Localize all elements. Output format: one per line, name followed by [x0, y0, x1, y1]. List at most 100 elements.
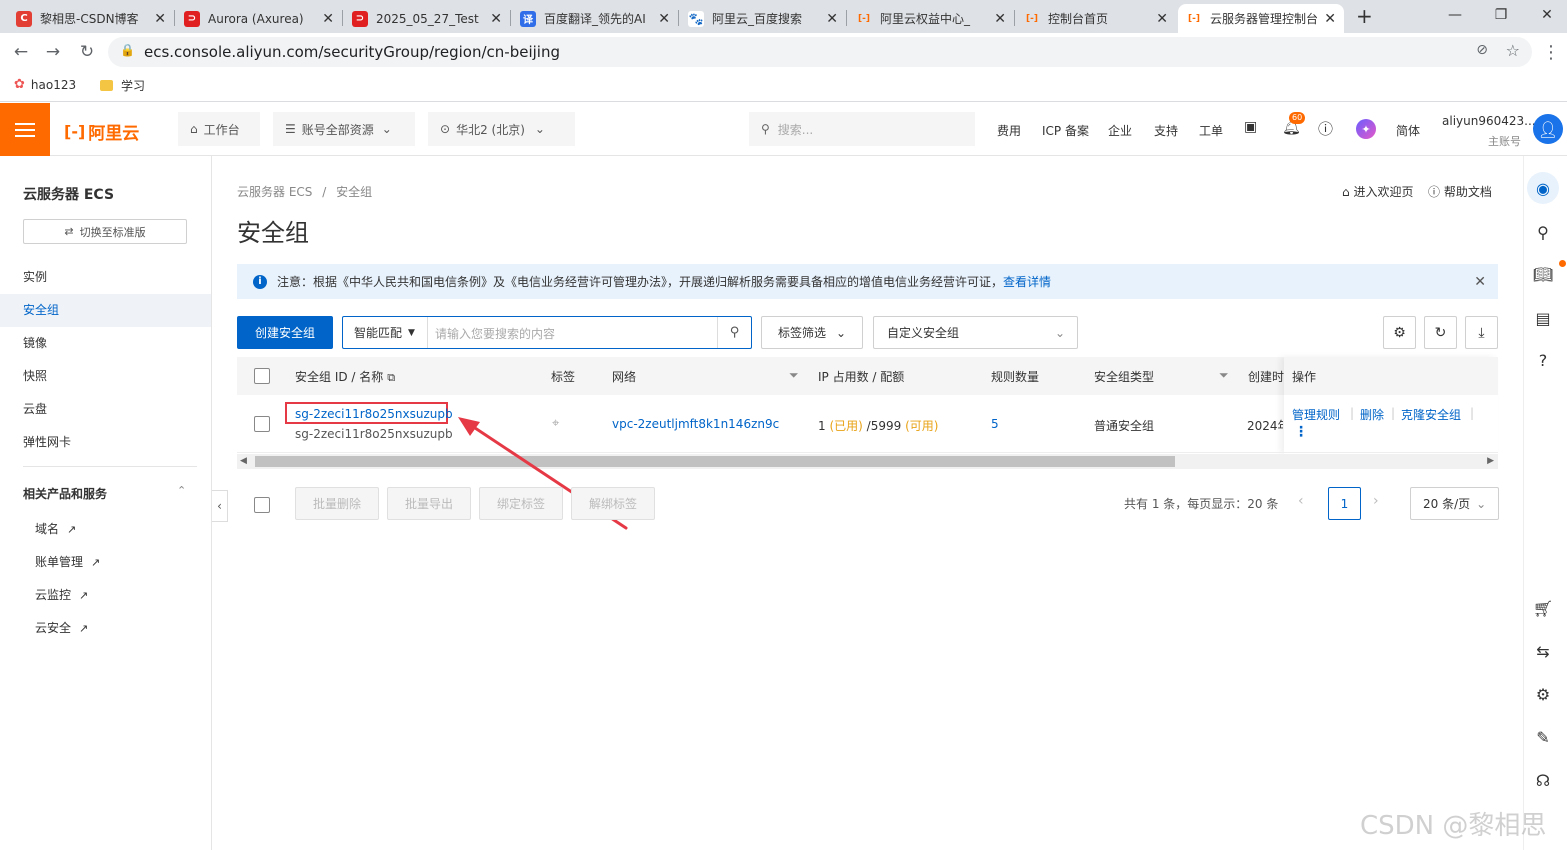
- avatar[interactable]: 👤︎: [1533, 114, 1563, 144]
- close-tab-icon[interactable]: ✕: [658, 11, 670, 27]
- transfer-icon[interactable]: ⇆: [1527, 635, 1559, 667]
- star-icon[interactable]: ☆: [1506, 41, 1520, 60]
- nav-link-fees[interactable]: 费用: [997, 122, 1021, 139]
- group-type-select[interactable]: 自定义安全组 ⌄: [873, 316, 1078, 349]
- bind-tags-button[interactable]: 绑定标签: [479, 487, 563, 520]
- filter-icon[interactable]: ⏷: [789, 368, 799, 383]
- bulk-select-checkbox[interactable]: [254, 497, 270, 513]
- sidebar-item-disks[interactable]: 云盘: [0, 393, 211, 426]
- nav-link-support[interactable]: 支持: [1154, 122, 1178, 139]
- row-checkbox[interactable]: [254, 416, 270, 432]
- eye-off-icon[interactable]: ⊘: [1476, 42, 1488, 58]
- browser-tab[interactable]: C 黎相思-CSDN博客 ✕: [8, 4, 174, 33]
- scroll-left-icon[interactable]: ◀: [240, 456, 247, 466]
- refresh-icon[interactable]: ↻: [1424, 316, 1457, 349]
- next-page-icon[interactable]: ›: [1373, 493, 1379, 509]
- manage-rules-link[interactable]: 管理规则: [1292, 406, 1340, 423]
- browser-tab[interactable]: [-] 阿里云权益中心_ ✕: [848, 4, 1014, 33]
- address-bar[interactable]: 🔒 ecs.console.aliyun.com/securityGroup/r…: [108, 37, 1532, 67]
- search-input[interactable]: 请输入您要搜索的内容: [435, 325, 555, 342]
- region-dropdown[interactable]: ⊙ 华北2 (北京) ⌄: [428, 112, 575, 146]
- close-tab-icon[interactable]: ✕: [1156, 11, 1168, 27]
- welcome-link[interactable]: ⌂ 进入欢迎页: [1342, 183, 1413, 200]
- clone-security-group-link[interactable]: 克隆安全组: [1401, 406, 1461, 423]
- sidebar-item-eni[interactable]: 弹性网卡: [0, 426, 211, 459]
- maximize-icon[interactable]: ❐: [1478, 0, 1524, 30]
- gear-icon[interactable]: ⚙: [1527, 678, 1559, 710]
- back-icon[interactable]: ←: [6, 37, 36, 67]
- language-switch[interactable]: 简体: [1396, 122, 1420, 139]
- browser-tab[interactable]: ⊃ 2025_05_27_Test ✕: [344, 4, 510, 33]
- reload-icon[interactable]: ↻: [72, 37, 102, 67]
- security-group-id-link[interactable]: sg-2zeci11r8o25nxsuzupb: [295, 407, 453, 421]
- sidebar-item-security-groups[interactable]: 安全组: [0, 294, 211, 327]
- bulk-delete-button[interactable]: 批量删除: [295, 487, 379, 520]
- bulk-export-button[interactable]: 批量导出: [387, 487, 471, 520]
- more-actions-icon[interactable]: ⋮: [1294, 424, 1308, 440]
- select-all-checkbox[interactable]: [254, 368, 270, 384]
- resources-dropdown[interactable]: ☰ 账号全部资源 ⌄: [273, 112, 415, 146]
- notice-detail-link[interactable]: 查看详情: [1003, 273, 1051, 290]
- close-tab-icon[interactable]: ✕: [154, 11, 166, 27]
- filter-icon[interactable]: ⏷: [1219, 368, 1229, 383]
- new-tab-button[interactable]: +: [1356, 4, 1373, 28]
- sidebar-item-images[interactable]: 镜像: [0, 327, 211, 360]
- aliyun-logo[interactable]: [-] 阿里云: [64, 119, 139, 144]
- hamburger-menu-icon[interactable]: [0, 103, 50, 156]
- breadcrumb-item-ecs[interactable]: 云服务器 ECS: [237, 185, 312, 199]
- download-icon[interactable]: ⤓: [1465, 316, 1498, 349]
- edit-icon[interactable]: ✎: [1527, 721, 1559, 753]
- nav-link-enterprise[interactable]: 企业: [1108, 122, 1132, 139]
- related-item-billing[interactable]: 账单管理 ↗: [35, 553, 100, 570]
- search-icon[interactable]: ⚲: [717, 317, 751, 348]
- delete-link[interactable]: 删除: [1360, 406, 1384, 423]
- document-icon[interactable]: ▤: [1527, 302, 1559, 334]
- switch-standard-button[interactable]: ⇄ 切换至标准版: [23, 219, 187, 244]
- browser-tab[interactable]: [-] 控制台首页 ✕: [1016, 4, 1176, 33]
- browser-tab-active[interactable]: [-] 云服务器管理控制台 ✕: [1178, 4, 1344, 33]
- cart-icon[interactable]: 🛒︎: [1527, 592, 1559, 624]
- forward-icon[interactable]: →: [38, 37, 68, 67]
- sidebar-item-instances[interactable]: 实例: [0, 261, 211, 294]
- page-size-select[interactable]: 20 条/页 ⌄: [1410, 487, 1499, 520]
- horizontal-scrollbar[interactable]: ◀ ▶: [237, 454, 1498, 469]
- browser-tab[interactable]: 🐾 阿里云_百度搜索 ✕: [680, 4, 846, 33]
- robot-assistant-icon[interactable]: ◉: [1527, 172, 1559, 204]
- bookmark-folder[interactable]: 学习: [100, 77, 145, 94]
- create-security-group-button[interactable]: 创建安全组: [237, 316, 333, 349]
- tag-filter-button[interactable]: 标签筛选 ⌄: [761, 316, 863, 349]
- close-window-icon[interactable]: ✕: [1524, 0, 1567, 30]
- question-icon[interactable]: ?: [1527, 344, 1559, 376]
- settings-gear-icon[interactable]: ⚙: [1383, 316, 1416, 349]
- menu-dots-icon[interactable]: ⋮: [1536, 37, 1566, 67]
- bookmark-hao123[interactable]: ✿ hao123: [14, 77, 76, 92]
- close-tab-icon[interactable]: ✕: [490, 11, 502, 27]
- scrollbar-thumb[interactable]: [255, 456, 1175, 467]
- match-mode-select[interactable]: 智能匹配 ▼: [343, 317, 428, 348]
- related-item-cloudmonitor[interactable]: 云监控 ↗: [35, 586, 88, 603]
- close-icon[interactable]: ✕: [1474, 274, 1486, 290]
- scroll-right-icon[interactable]: ▶: [1487, 456, 1494, 466]
- help-doc-link[interactable]: ⓘ 帮助文档: [1428, 183, 1492, 200]
- terminal-icon[interactable]: ▣: [1244, 119, 1257, 135]
- minimize-icon[interactable]: —: [1432, 0, 1478, 30]
- sidebar-item-snapshots[interactable]: 快照: [0, 360, 211, 393]
- chevron-up-icon[interactable]: ⌃: [177, 484, 186, 497]
- close-tab-icon[interactable]: ✕: [826, 11, 838, 27]
- unbind-tags-button[interactable]: 解绑标签: [571, 487, 655, 520]
- copy-icon[interactable]: ⧉: [387, 371, 395, 384]
- collapse-sidebar-button[interactable]: ‹: [212, 490, 228, 522]
- related-products-title[interactable]: 相关产品和服务: [23, 485, 107, 502]
- close-tab-icon[interactable]: ✕: [1324, 11, 1336, 27]
- global-search-input[interactable]: ⚲ 搜索...: [749, 112, 975, 146]
- prev-page-icon[interactable]: ‹: [1298, 493, 1304, 509]
- ai-assistant-icon[interactable]: ✦: [1356, 119, 1376, 139]
- workbench-button[interactable]: ⌂ 工作台: [178, 112, 260, 146]
- book-icon[interactable]: 📖︎: [1527, 258, 1559, 290]
- close-tab-icon[interactable]: ✕: [322, 11, 334, 27]
- headset-icon[interactable]: ☊: [1527, 764, 1559, 796]
- rules-count-link[interactable]: 5: [991, 417, 999, 431]
- page-number-current[interactable]: 1: [1328, 487, 1361, 520]
- browser-tab[interactable]: 译 百度翻译_领先的AI ✕: [512, 4, 678, 33]
- help-icon[interactable]: ⓘ: [1318, 118, 1333, 139]
